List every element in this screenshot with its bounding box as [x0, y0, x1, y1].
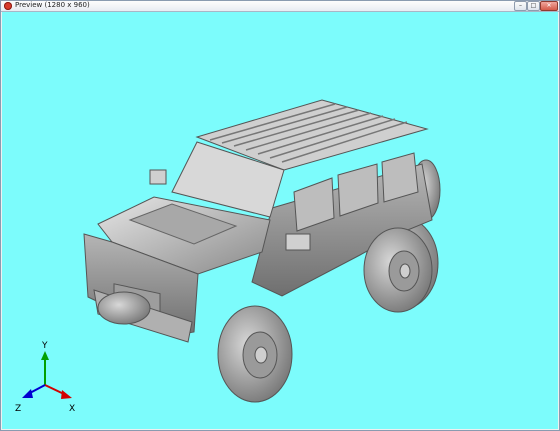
z-axis-label: Z — [15, 404, 21, 414]
y-axis-label: Y — [41, 341, 48, 351]
app-icon[interactable] — [4, 2, 12, 10]
model-render: Y X Z — [15, 99, 441, 414]
rear-near-tire — [363, 227, 433, 313]
front-left-tire — [97, 291, 151, 325]
window-title: Preview (1280 x 960) — [15, 1, 90, 9]
x-axis-label: X — [69, 404, 75, 414]
close-button[interactable]: ✕ — [540, 1, 558, 11]
maximize-button[interactable]: □ — [527, 1, 540, 11]
suv-model — [83, 99, 441, 403]
minimize-button[interactable]: – — [514, 1, 527, 11]
front-right-tire — [217, 305, 293, 403]
right-mirror — [285, 233, 311, 251]
axis-gizmo: Y X Z — [15, 341, 75, 414]
left-mirror — [149, 169, 167, 185]
3d-viewport[interactable]: Y X Z — [2, 12, 558, 429]
title-bar[interactable]: Preview (1280 x 960) – □ ✕ — [1, 1, 559, 12]
preview-window: Preview (1280 x 960) – □ ✕ Y X Z — [0, 0, 560, 431]
